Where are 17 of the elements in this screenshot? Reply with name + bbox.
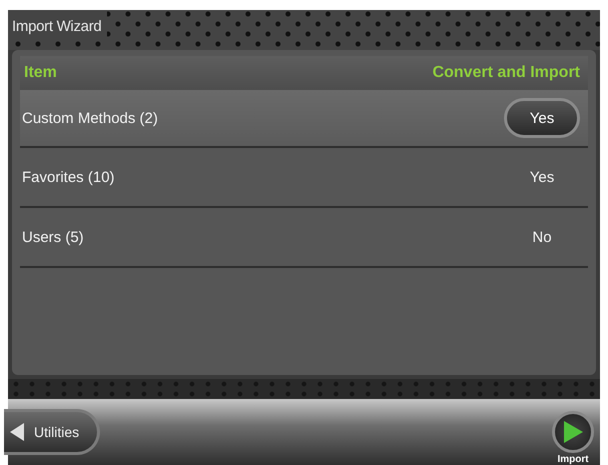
value-cell-text: No <box>531 228 553 246</box>
value-cell-text: Yes <box>528 168 556 186</box>
back-button[interactable]: Utilities <box>4 409 100 455</box>
table-row[interactable]: Favorites (10) Yes <box>20 148 588 208</box>
item-cell: Users (5) <box>22 228 84 246</box>
toggle-button[interactable]: Yes <box>504 98 580 138</box>
column-header: Item <box>24 64 57 82</box>
play-icon <box>563 421 583 443</box>
window-title: Import Wizard <box>8 10 108 39</box>
table-row[interactable]: Custom Methods (2) Yes <box>20 90 588 148</box>
table-row[interactable]: Users (5) No <box>20 208 588 268</box>
item-cell: Custom Methods (2) <box>22 110 158 126</box>
column-header: Convert and Import <box>432 64 580 82</box>
import-label: Import <box>557 454 589 465</box>
left-triangle-icon <box>10 423 24 441</box>
import-button[interactable] <box>552 411 594 453</box>
item-cell: Favorites (10) <box>22 168 115 186</box>
